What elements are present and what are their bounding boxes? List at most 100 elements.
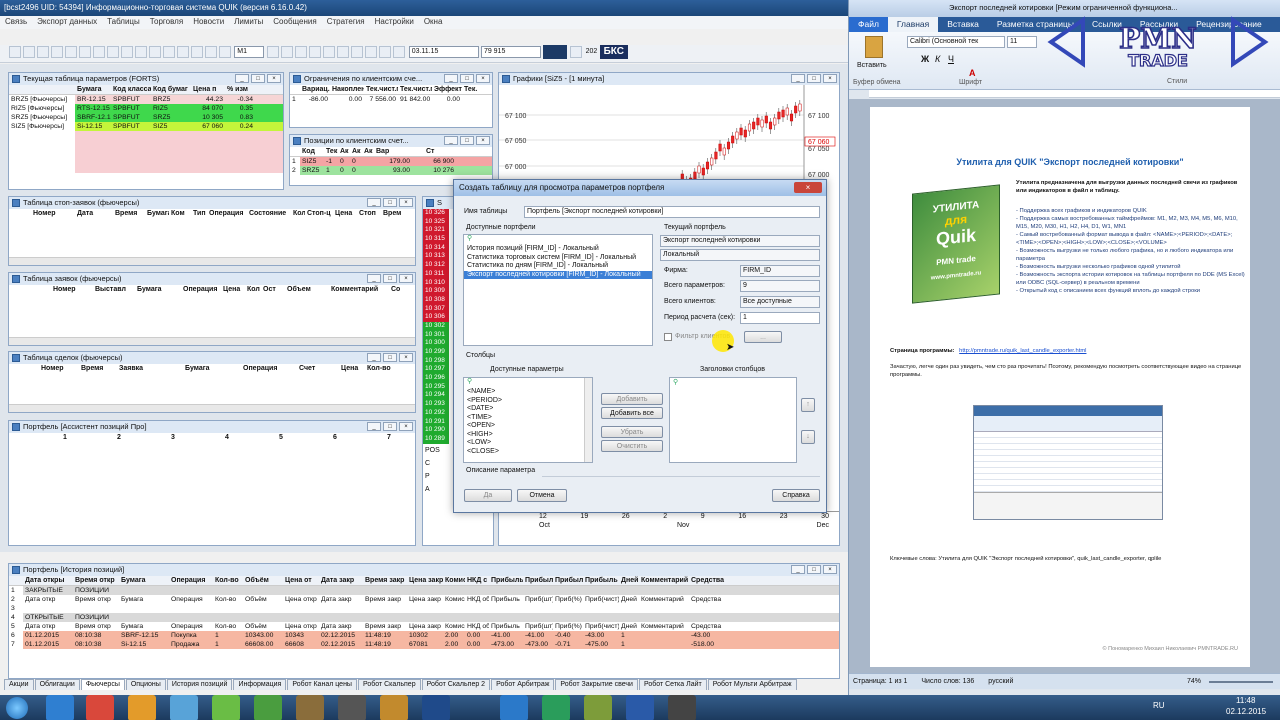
toolbar-icon[interactable] (281, 46, 294, 58)
col-header[interactable] (290, 147, 300, 156)
toolbar-icon[interactable] (351, 46, 364, 58)
col-header[interactable]: Время (113, 209, 145, 219)
list-item[interactable]: <PERIOD> (467, 397, 592, 406)
tab[interactable]: Робот Канал цены (287, 679, 357, 690)
ie-icon[interactable] (46, 695, 74, 720)
close-icon[interactable]: × (823, 74, 837, 83)
bid-row[interactable]: 10 300 (423, 339, 449, 348)
col-header[interactable]: Ак (338, 147, 350, 156)
minimize-icon[interactable]: _ (235, 74, 249, 83)
scrollbar[interactable] (9, 404, 415, 412)
positions-table-caption[interactable]: Позиции по клиентским счет... _ □ × (290, 135, 492, 147)
close-icon[interactable]: × (267, 74, 281, 83)
ask-row[interactable]: 10 311 (423, 269, 449, 279)
word-icon[interactable] (626, 695, 654, 720)
list-item-selected[interactable]: Экспорт последней котировки [FIRM_ID] - … (464, 270, 652, 279)
ask-row[interactable]: 10 312 (423, 261, 449, 270)
cancel-button[interactable]: Отмена (517, 489, 567, 502)
col-header[interactable]: Время откр (73, 576, 119, 585)
tab[interactable]: Робот Арбитраж (491, 679, 555, 690)
search-icon[interactable]: ⚲ (670, 378, 796, 388)
scrollbar[interactable] (9, 257, 415, 265)
menu-item[interactable]: Связь (0, 16, 32, 28)
toolbar-icon[interactable] (365, 46, 378, 58)
zoom-slider[interactable] (1209, 681, 1273, 683)
close-icon[interactable]: × (399, 274, 413, 283)
ask-row[interactable]: 10 306 (423, 313, 449, 322)
col-header[interactable]: Заявка (117, 364, 183, 374)
table-row[interactable]: 3 (9, 604, 839, 613)
search-icon[interactable]: ⚲ (467, 378, 592, 388)
col-header[interactable]: Прибыль (523, 576, 553, 585)
col-header[interactable]: НКД с (465, 576, 489, 585)
list-item[interactable]: Статистика по дням [FIRM_ID] - Локальный (464, 262, 652, 271)
app-icon[interactable] (296, 695, 324, 720)
add-button[interactable]: Добавить (601, 393, 663, 405)
col-header[interactable]: Номер (51, 285, 93, 295)
col-header[interactable]: Эффект (432, 85, 462, 94)
col-header[interactable]: Ком (169, 209, 191, 219)
font-size-select[interactable]: 11 (1007, 36, 1037, 48)
col-header[interactable]: Прибыль (489, 576, 523, 585)
col-header[interactable] (290, 85, 300, 94)
toolbar-icon[interactable] (65, 46, 77, 58)
col-header[interactable]: Цена от (283, 576, 319, 585)
table-row[interactable]: 1 -86.00 0.00 7 556.00 91 842.00 0.00 (290, 95, 492, 104)
col-header[interactable]: Код (300, 147, 324, 156)
col-header[interactable]: Цена (339, 364, 365, 374)
tab[interactable]: История позиций (166, 679, 233, 690)
toolbar-icon[interactable] (149, 46, 161, 58)
menu-item[interactable]: Сообщения (268, 16, 321, 28)
col-header[interactable]: Бумага (75, 85, 111, 94)
col-header[interactable]: Прибыль ( (583, 576, 619, 585)
interval-select[interactable]: M1 (234, 46, 265, 58)
photoshop-icon[interactable] (422, 695, 450, 720)
list-item[interactable]: <HIGH> (467, 431, 592, 440)
ask-row[interactable]: 10 313 (423, 252, 449, 262)
bid-row[interactable]: 10 293 (423, 400, 449, 409)
toolbar-icon[interactable] (379, 46, 392, 58)
minimize-icon[interactable]: _ (367, 274, 381, 283)
font-color-icon[interactable]: A (969, 68, 976, 78)
app-icon[interactable] (380, 695, 408, 720)
col-header[interactable]: Код класса (111, 85, 151, 94)
status-page[interactable]: Страница: 1 из 1 (853, 678, 907, 685)
app-icon[interactable] (584, 695, 612, 720)
close-icon[interactable]: × (823, 565, 837, 574)
toolbar-icon[interactable] (79, 46, 91, 58)
italic-icon[interactable]: К (935, 54, 940, 64)
params-table-caption[interactable]: Текущая таблица параметров (FORTS) _ □ × (9, 73, 283, 85)
col-header[interactable]: Бумага (119, 576, 169, 585)
toolbar-icon[interactable] (121, 46, 133, 58)
minimize-icon[interactable]: _ (367, 422, 381, 431)
tab[interactable]: Робот Скальпер 2 (421, 679, 491, 690)
list-item[interactable]: <NAME> (467, 388, 592, 397)
col-header[interactable]: Цена закр (407, 576, 443, 585)
toolbar-icon[interactable] (135, 46, 147, 58)
ask-row[interactable]: 10 326 (423, 209, 449, 218)
col-header[interactable]: Ст (424, 147, 464, 156)
col-header[interactable]: Операция (241, 364, 297, 374)
col-header[interactable]: Операция (169, 576, 213, 585)
toolbar-icon[interactable] (309, 46, 322, 58)
col-header[interactable]: Дней (619, 576, 639, 585)
ask-row[interactable]: 10 310 (423, 278, 449, 288)
col-header[interactable]: Вариац. (300, 85, 330, 94)
tab[interactable]: Информация (233, 679, 287, 690)
list-item[interactable]: История позиций [FIRM_ID] - Локальный (464, 245, 652, 254)
bid-row[interactable]: 10 290 (423, 426, 449, 435)
chart-caption[interactable]: Графики [SiZ5 - [1 минута] _ □ × (499, 73, 839, 85)
col-header[interactable]: Цена п (191, 85, 225, 94)
table-row[interactable]: 6 01.12.2015 08:10:38 SBRF-12.15 Покупка 1 103… (9, 631, 839, 640)
underline-icon[interactable]: Ч (948, 54, 954, 64)
toolbar-icon[interactable] (295, 46, 308, 58)
search-icon[interactable]: ⚲ (464, 235, 652, 245)
scrollbar[interactable] (9, 337, 415, 345)
maximize-icon[interactable]: □ (383, 198, 397, 207)
col-header[interactable]: Дата (75, 209, 113, 219)
add-all-button[interactable]: Добавить все (601, 407, 663, 419)
ribbon-tab-home[interactable]: Главная (887, 17, 939, 32)
menu-item[interactable]: Экспорт данных (32, 16, 102, 28)
bid-row[interactable]: 10 299 (423, 348, 449, 357)
app-icon[interactable] (254, 695, 282, 720)
